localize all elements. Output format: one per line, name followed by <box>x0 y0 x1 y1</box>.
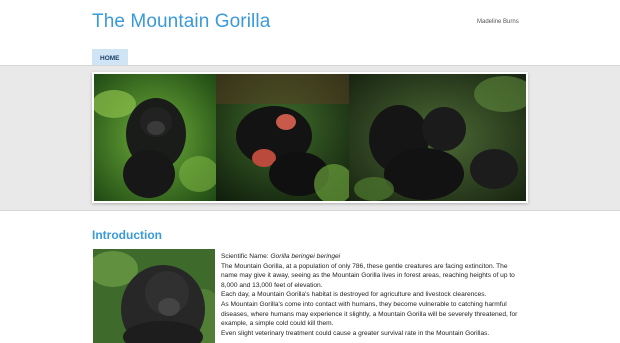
paragraph-4: Even slight veterinary treatment could c… <box>221 329 490 337</box>
gorilla-portrait-image <box>93 249 215 343</box>
banner-frame <box>92 72 528 203</box>
introduction-text: Scientific Name: Gorilla beringei bering… <box>221 252 521 338</box>
site-title[interactable]: The Mountain Gorilla <box>92 11 270 33</box>
scientific-name: Gorilla beringei beringei <box>270 253 341 260</box>
gorilla-banner-graphic <box>94 74 526 201</box>
paragraph-3: As Mountain Gorilla's come into contact … <box>221 300 518 328</box>
paragraph-1: The Mountain Gorilla, at a population of… <box>221 262 515 289</box>
scientific-name-line: Scientific Name: Gorilla beringei bering… <box>221 252 521 262</box>
gorilla-banner-image <box>94 74 526 201</box>
scientific-name-label: Scientific Name: <box>221 253 271 260</box>
paragraph-2: Each day, a Mountain Gorilla's habitat i… <box>221 291 487 299</box>
author-name: Madeline Burns <box>477 19 519 25</box>
gorilla-portrait-graphic <box>93 249 215 343</box>
section-title-introduction: Introduction <box>92 228 162 242</box>
